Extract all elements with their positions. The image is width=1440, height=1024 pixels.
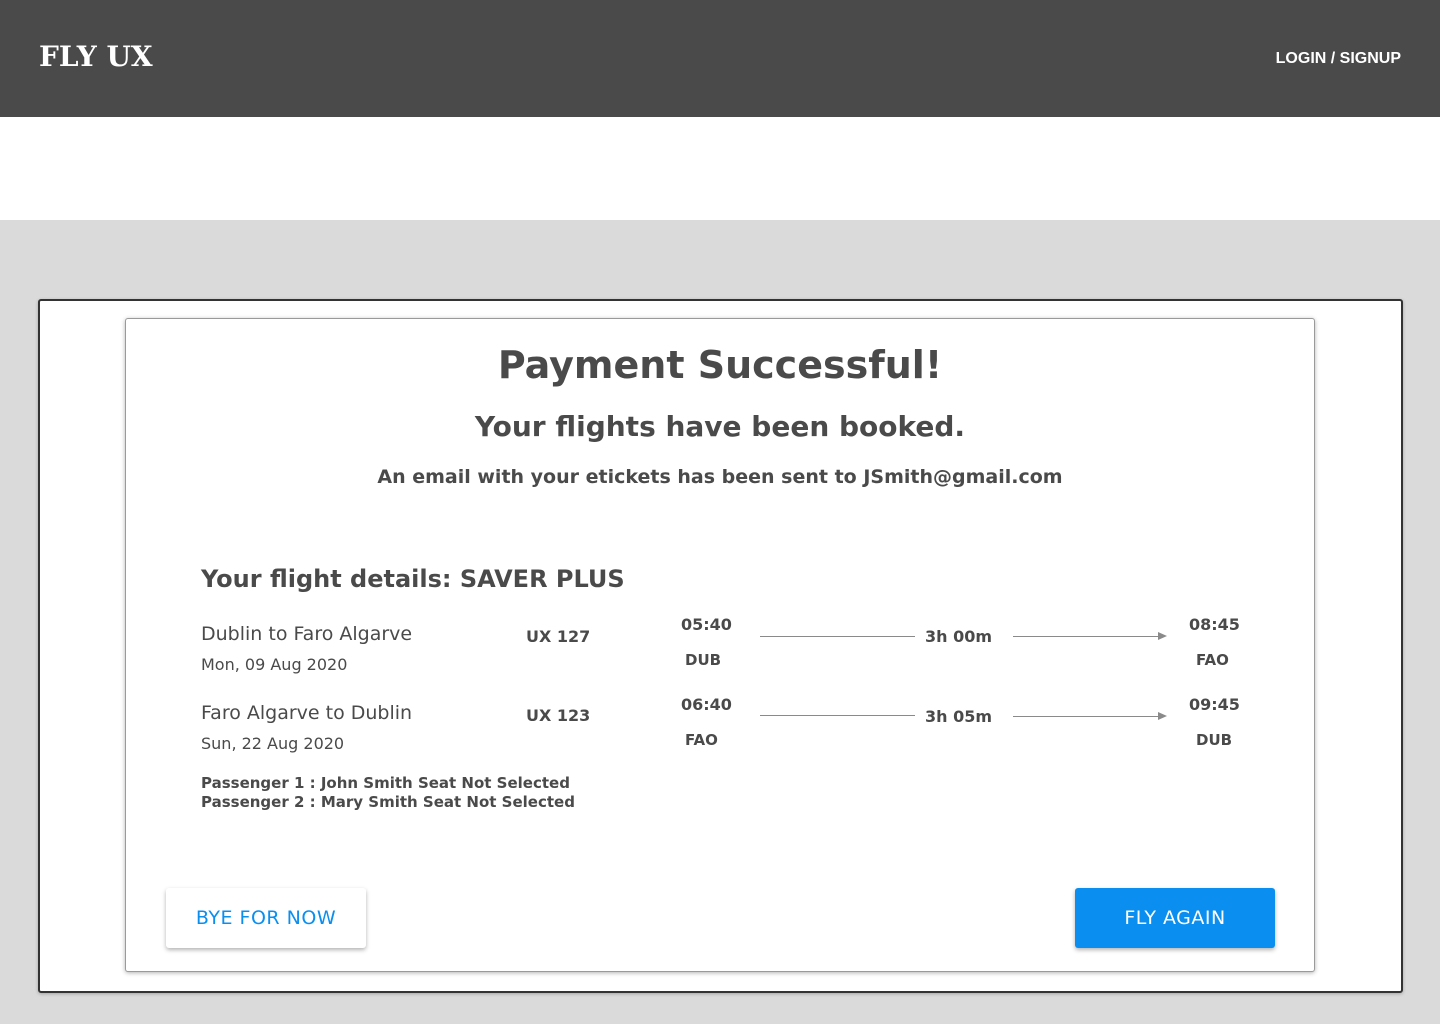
route-line-left [760,636,915,637]
departure-airport-code: FAO [685,731,718,749]
flight-number: UX 127 [526,627,591,646]
flight-details-title: Your flight details: SAVER PLUS [201,565,625,593]
route-line-left [760,715,915,716]
arrow-right-icon [1158,632,1167,640]
fly-again-button[interactable]: FLY AGAIN [1075,888,1275,948]
flight-number: UX 123 [526,706,591,725]
arrival-time: 09:45 [1189,695,1240,714]
fly-ux-logo[interactable]: FLY UX [39,40,153,73]
passenger-line: Passenger 1 : John Smith Seat Not Select… [201,774,570,792]
top-nav-bar: FLY UX LOGIN / SIGNUP [0,0,1440,117]
passenger-line: Passenger 2 : Mary Smith Seat Not Select… [201,793,575,811]
payment-success-title: Payment Successful! [497,343,943,387]
flight-duration: 3h 05m [925,707,993,726]
bye-for-now-button[interactable]: BYE FOR NOW [166,888,366,948]
email-sent-message: An email with your etickets has been sen… [377,466,1063,488]
flight-route: Faro Algarve to Dublin [201,702,413,724]
departure-airport-code: DUB [685,651,722,669]
arrival-airport-code: FAO [1196,651,1229,669]
login-signup-link[interactable]: LOGIN / SIGNUP [1276,50,1401,68]
departure-time: 05:40 [681,615,732,634]
departure-time: 06:40 [681,695,732,714]
flight-route: Dublin to Faro Algarve [201,623,413,645]
route-line-right [1013,716,1159,717]
header-spacer-band [0,117,1440,220]
flight-date: Mon, 09 Aug 2020 [201,655,348,674]
route-line-right [1013,636,1159,637]
arrival-airport-code: DUB [1196,731,1233,749]
flight-duration: 3h 00m [925,627,993,646]
flight-date: Sun, 22 Aug 2020 [201,734,345,753]
booking-confirmed-subtitle: Your flights have been booked. [474,410,966,443]
arrow-right-icon [1158,712,1167,720]
arrival-time: 08:45 [1189,615,1240,634]
